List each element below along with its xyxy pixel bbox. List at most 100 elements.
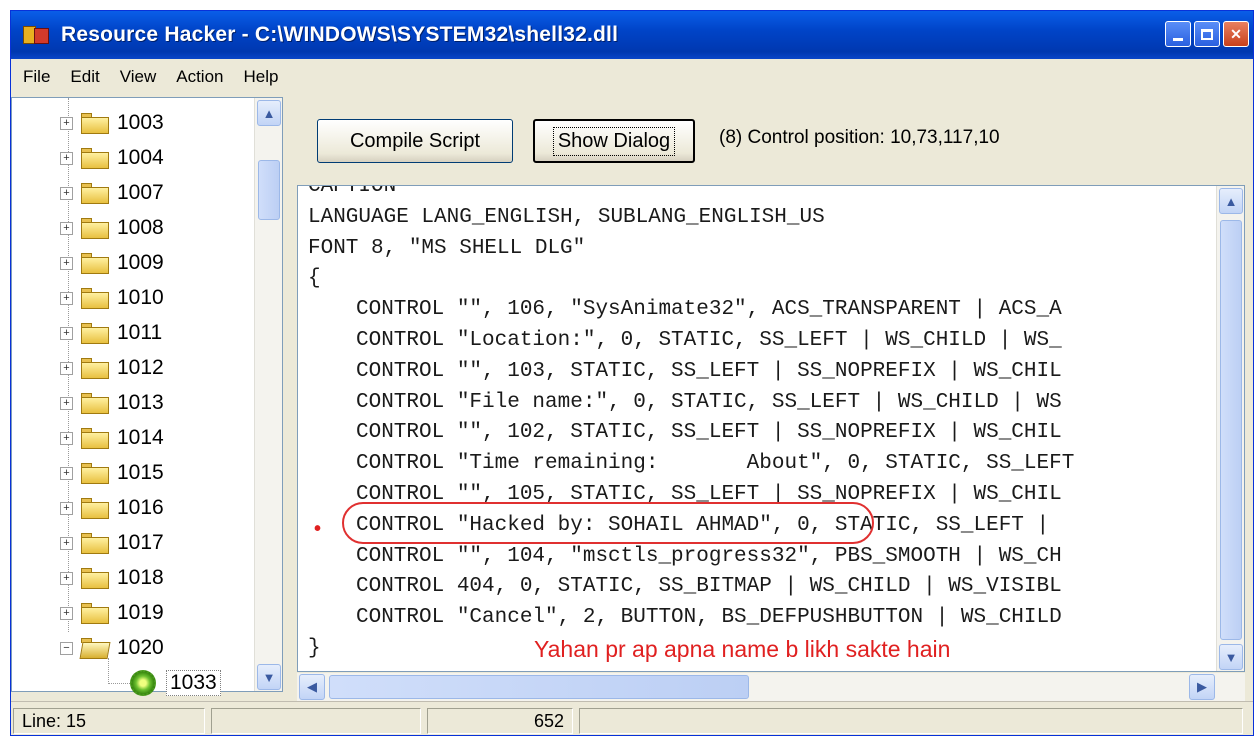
code-line[interactable]: CONTROL "", 103, STATIC, SS_LEFT | SS_NO… bbox=[356, 357, 1062, 387]
code-line[interactable]: FONT 8, "MS SHELL DLG" bbox=[308, 234, 585, 264]
tree-folder-label: 1007 bbox=[117, 181, 164, 204]
expand-icon[interactable]: + bbox=[60, 466, 73, 480]
menu-action[interactable]: Action bbox=[176, 67, 223, 87]
tree-scrollbar[interactable]: ▲ ▼ bbox=[254, 98, 282, 691]
folder-icon bbox=[81, 322, 109, 344]
tree-leaf-selected[interactable]: 1033 bbox=[130, 668, 221, 698]
tree-folder[interactable]: +1019 bbox=[60, 598, 164, 628]
tree-folder[interactable]: +1004 bbox=[60, 143, 164, 173]
expand-icon[interactable]: + bbox=[60, 361, 73, 375]
folder-icon bbox=[81, 182, 109, 204]
code-line[interactable]: CONTROL "File name:", 0, STATIC, SS_LEFT… bbox=[356, 388, 1062, 418]
expand-icon[interactable]: + bbox=[60, 291, 73, 305]
tree-folder[interactable]: +1007 bbox=[60, 178, 164, 208]
scroll-down-icon[interactable]: ▼ bbox=[257, 664, 281, 690]
scroll-up-icon[interactable]: ▲ bbox=[257, 100, 281, 126]
editor-scroll-up-icon[interactable]: ▲ bbox=[1219, 188, 1243, 214]
show-dialog-button[interactable]: Show Dialog bbox=[533, 119, 695, 163]
editor-hscrollbar[interactable]: ◀ ▶ bbox=[297, 673, 1245, 701]
script-panel: Compile Script Show Dialog (8) Control p… bbox=[287, 97, 1253, 701]
tree-folder-label: 1010 bbox=[117, 286, 164, 309]
resource-tree[interactable]: +1003 +1004 +1007 +1008 +1009 +1010 +1011 +1012… bbox=[11, 97, 283, 696]
tree-folder-label: 1017 bbox=[117, 531, 164, 554]
scroll-right-icon[interactable]: ▶ bbox=[1189, 674, 1215, 700]
editor-scroll-down-icon[interactable]: ▼ bbox=[1219, 644, 1243, 670]
minimize-icon[interactable] bbox=[1165, 21, 1191, 47]
tree-folder-label: 1013 bbox=[117, 391, 164, 414]
title-bar[interactable]: Resource Hacker - C:\WINDOWS\SYSTEM32\sh… bbox=[11, 11, 1253, 59]
window-title: Resource Hacker - C:\WINDOWS\SYSTEM32\sh… bbox=[61, 23, 619, 46]
tree-folder-label: 1014 bbox=[117, 426, 164, 449]
expand-icon[interactable]: + bbox=[60, 256, 73, 270]
tree-folder[interactable]: +1009 bbox=[60, 248, 164, 278]
code-line[interactable]: CONTROL "Location:", 0, STATIC, SS_LEFT … bbox=[356, 326, 1062, 356]
folder-icon bbox=[81, 147, 109, 169]
folder-icon bbox=[81, 357, 109, 379]
expand-icon[interactable]: + bbox=[60, 221, 73, 235]
expand-icon[interactable]: + bbox=[60, 396, 73, 410]
tree-folder-label: 1012 bbox=[117, 356, 164, 379]
tree-folder[interactable]: +1015 bbox=[60, 458, 164, 488]
tree-folder-label: 1003 bbox=[117, 111, 164, 134]
status-pane-empty bbox=[211, 708, 421, 734]
tree-folder[interactable]: +1013 bbox=[60, 388, 164, 418]
tree-folder[interactable]: +1012 bbox=[60, 353, 164, 383]
expand-icon[interactable]: + bbox=[60, 186, 73, 200]
expand-icon[interactable]: + bbox=[60, 606, 73, 620]
menu-edit[interactable]: Edit bbox=[70, 67, 99, 87]
folder-icon bbox=[81, 567, 109, 589]
code-line[interactable]: CONTROL "Cancel", 2, BUTTON, BS_DEFPUSHB… bbox=[356, 603, 1062, 633]
compile-script-button[interactable]: Compile Script bbox=[317, 119, 513, 163]
hscroll-thumb[interactable] bbox=[329, 675, 749, 699]
folder-icon bbox=[81, 217, 109, 239]
folder-icon bbox=[81, 602, 109, 624]
tree-folder[interactable]: +1011 bbox=[60, 318, 162, 348]
code-line[interactable]: CONTROL "", 104, "msctls_progress32", PB… bbox=[356, 542, 1062, 572]
dialog-resource-icon bbox=[130, 670, 156, 696]
collapse-icon[interactable]: − bbox=[60, 641, 73, 655]
resource-hacker-window: Resource Hacker - C:\WINDOWS\SYSTEM32\sh… bbox=[10, 10, 1254, 736]
code-line[interactable]: CONTROL 404, 0, STATIC, SS_BITMAP | WS_C… bbox=[356, 572, 1062, 602]
tree-folder[interactable]: +1010 bbox=[60, 283, 164, 313]
code-line[interactable]: CAPTION "" bbox=[308, 186, 434, 202]
tree-folder-label: 1016 bbox=[117, 496, 164, 519]
code-line[interactable]: { bbox=[308, 264, 321, 294]
folder-icon bbox=[81, 532, 109, 554]
expand-icon[interactable]: + bbox=[60, 151, 73, 165]
folder-icon bbox=[81, 497, 109, 519]
compile-script-label: Compile Script bbox=[349, 129, 481, 152]
tree-folder-label: 1011 bbox=[117, 321, 163, 344]
scroll-left-icon[interactable]: ◀ bbox=[299, 674, 325, 700]
tree-folder[interactable]: +1017 bbox=[60, 528, 164, 558]
tree-folder[interactable]: +1016 bbox=[60, 493, 164, 523]
code-line[interactable]: CONTROL "Time remaining: About", 0, STAT… bbox=[356, 449, 1074, 479]
code-line[interactable]: LANGUAGE LANG_ENGLISH, SUBLANG_ENGLISH_U… bbox=[308, 203, 825, 233]
tree-folder[interactable]: +1014 bbox=[60, 423, 164, 453]
expand-icon[interactable]: + bbox=[60, 116, 73, 130]
folder-icon bbox=[81, 462, 109, 484]
menu-help[interactable]: Help bbox=[244, 67, 279, 87]
tree-folder-label: 1020 bbox=[117, 636, 164, 659]
expand-icon[interactable]: + bbox=[60, 326, 73, 340]
folder-icon bbox=[81, 287, 109, 309]
tree-folder-open[interactable]: − 1020 bbox=[60, 633, 164, 663]
tree-folder[interactable]: +1003 bbox=[60, 108, 164, 138]
expand-icon[interactable]: + bbox=[60, 431, 73, 445]
script-editor[interactable]: CAPTION "" LANGUAGE LANG_ENGLISH, SUBLANG… bbox=[297, 185, 1245, 672]
tree-folder[interactable]: +1008 bbox=[60, 213, 164, 243]
code-line[interactable]: } bbox=[308, 634, 321, 664]
code-line[interactable]: CONTROL "", 102, STATIC, SS_LEFT | SS_NO… bbox=[356, 418, 1062, 448]
tree-folder[interactable]: +1018 bbox=[60, 563, 164, 593]
editor-scroll-thumb[interactable] bbox=[1220, 220, 1242, 640]
expand-icon[interactable]: + bbox=[60, 536, 73, 550]
scroll-thumb[interactable] bbox=[258, 160, 280, 220]
code-line[interactable]: CONTROL "", 106, "SysAnimate32", ACS_TRA… bbox=[356, 295, 1062, 325]
expand-icon[interactable]: + bbox=[60, 501, 73, 515]
expand-icon[interactable]: + bbox=[60, 571, 73, 585]
maximize-icon[interactable] bbox=[1194, 21, 1220, 47]
menu-file[interactable]: File bbox=[23, 67, 50, 87]
close-icon[interactable]: ✕ bbox=[1223, 21, 1249, 47]
menu-view[interactable]: View bbox=[120, 67, 157, 87]
editor-scrollbar[interactable]: ▲ ▼ bbox=[1216, 186, 1244, 671]
folder-icon bbox=[81, 427, 109, 449]
